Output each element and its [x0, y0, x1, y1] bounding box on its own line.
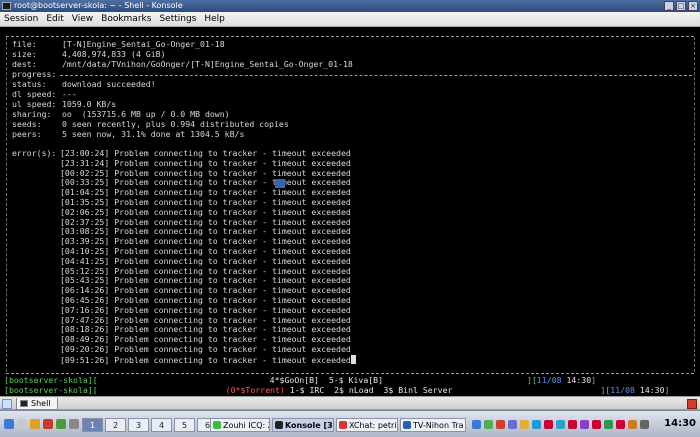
terminal-icon [20, 400, 28, 407]
file-manager-icon[interactable] [30, 419, 40, 429]
right-dashed-border [694, 37, 695, 372]
close-tab-icon[interactable] [687, 399, 697, 409]
window-title: root@bootserver-skola: ~ - Shell - Konso… [14, 1, 183, 10]
minimize-button[interactable]: _ [664, 1, 674, 11]
tray-lock-icon[interactable] [640, 420, 649, 429]
tray-x3-icon[interactable] [616, 420, 625, 429]
tray-im-icon[interactable] [556, 420, 565, 429]
window-controls: _ □ × [664, 1, 698, 11]
screen-windows-a[interactable]: 1-$ IRC 2$ nLoad 3$ Binl Server [290, 385, 453, 395]
desktop-1[interactable]: 1 [82, 418, 103, 432]
desktop-2[interactable]: 2 [105, 418, 126, 432]
kde-menu-icon[interactable] [4, 419, 14, 429]
new-tab-icon[interactable] [2, 399, 12, 409]
error-list: [23:00:24] Problem connecting to tracker… [60, 148, 356, 365]
tray-messenger-icon[interactable] [508, 420, 517, 429]
browser-task-icon [403, 421, 411, 429]
task-konsole[interactable]: Konsole [3] [272, 418, 334, 432]
left-dashed-border [6, 37, 7, 372]
desktop-4[interactable]: 4 [151, 418, 172, 432]
tray-x-icon[interactable] [568, 420, 577, 429]
tray-misc-icon[interactable] [628, 420, 637, 429]
desktop-5[interactable]: 5 [174, 418, 195, 432]
tray-alert-icon[interactable] [496, 420, 505, 429]
terminal-area[interactable]: file: [T-N]Engine_Sentai_Go-Onger_01-18 s… [0, 28, 700, 396]
taskbar-clock[interactable]: 14:30 [664, 418, 696, 429]
bottom-dashed-border [6, 373, 694, 374]
field-peers: peers: 5 seen now, 31.1% done at 1304.5 k… [12, 129, 245, 139]
tray-power-icon[interactable] [604, 420, 613, 429]
error-line-last: [09:51:26] Problem connecting to tracker… [60, 354, 356, 365]
xchat-icon [339, 421, 347, 429]
window-titlebar[interactable]: root@bootserver-skola: ~ - Shell - Konso… [0, 0, 700, 12]
tray-audio-icon[interactable] [532, 420, 541, 429]
menu-bar: Session Edit View Bookmarks Settings Hel… [0, 12, 700, 27]
task-zouhi-icq[interactable]: Zouhi ICQ: Z [210, 418, 270, 432]
tray-clipboard-icon[interactable] [520, 420, 529, 429]
top-dashed-border [6, 36, 694, 37]
task-tv-nihon[interactable]: TV-Nihon Tra [400, 418, 466, 432]
konsole-icon [2, 2, 11, 10]
menu-session[interactable]: Session [0, 14, 42, 24]
konsole-tab-bar: Shell [0, 396, 700, 410]
errors-label: error(s): [12, 148, 57, 158]
home-folder-icon[interactable] [17, 419, 27, 429]
tray-app-icon[interactable] [580, 420, 589, 429]
menu-settings[interactable]: Settings [155, 14, 200, 24]
maximize-button[interactable]: □ [676, 1, 686, 11]
menu-view[interactable]: View [68, 14, 97, 24]
tray-close-icon[interactable] [544, 420, 553, 429]
konsole-task-icon [275, 421, 283, 429]
menu-bookmarks[interactable]: Bookmarks [97, 14, 155, 24]
screen-status-line-1: [bootserver-skola][4*$GoOn[B] 5-$ Kiva[B… [4, 375, 597, 385]
terminal-cursor [350, 354, 356, 364]
screen-status-line-2: [bootserver-skola][(0*$Torrent) 1-$ IRC … [4, 385, 670, 395]
tray-update-icon[interactable] [484, 420, 493, 429]
desktop-3[interactable]: 3 [128, 418, 149, 432]
task-xchat[interactable]: XChat: petrik [336, 418, 398, 432]
settings-icon[interactable] [69, 419, 79, 429]
icq-icon [213, 421, 221, 429]
screen-active-window[interactable]: (0*$Torrent) [226, 385, 285, 395]
error-line: [09:20:26] Problem connecting to tracker… [60, 343, 351, 354]
progress-bar [60, 75, 692, 76]
field-dest: dest:/mnt/data/TVnihon/GoOnger/[T-N]Engi… [12, 59, 353, 69]
menu-help[interactable]: Help [200, 14, 229, 24]
taskbar: 1 2 3 4 5 6 Zouhi ICQ: Z Konsole [3] XCh… [0, 410, 700, 437]
browser-icon[interactable] [43, 419, 53, 429]
close-window-button[interactable]: × [688, 1, 698, 11]
tab-shell[interactable]: Shell [16, 398, 58, 410]
tray-x2-icon[interactable] [592, 420, 601, 429]
tray-network-icon[interactable] [472, 420, 481, 429]
screen-windows-b[interactable]: 4*$GoOn[B] 5-$ Kiva[B] [270, 375, 383, 385]
app-launcher-icon[interactable] [56, 419, 66, 429]
menu-edit[interactable]: Edit [42, 14, 67, 24]
mouse-pointer-icon [275, 179, 285, 188]
